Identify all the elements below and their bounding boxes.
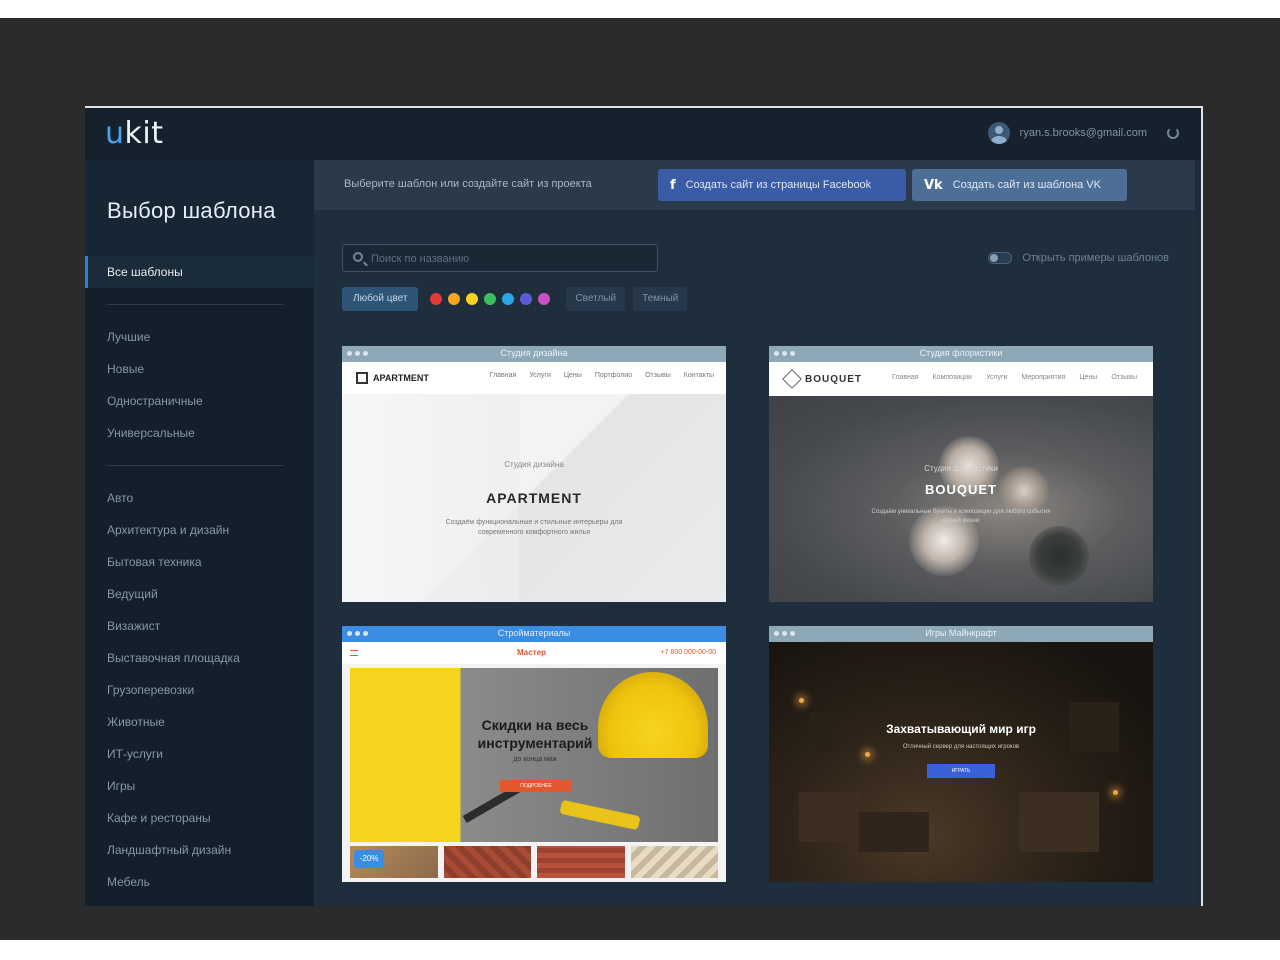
preview-hero: [769, 642, 1153, 882]
color-swatch-2[interactable]: [448, 293, 461, 305]
sidebar-item-appliances[interactable]: Бытовая техника: [85, 546, 314, 578]
sidebar-item-cargo[interactable]: Грузоперевозки: [85, 674, 314, 706]
sidebar: Выбор шаблона Все шаблоны Лучшие Новые О…: [85, 160, 314, 906]
sidebar-item-best[interactable]: Лучшие: [85, 321, 314, 353]
preview-hero: Скидки на весь инструментарий до конца м…: [350, 668, 718, 842]
sidebar-item-furniture[interactable]: Мебель: [85, 866, 314, 898]
card-title-bar: Студия дизайна: [342, 346, 726, 362]
facebook-icon: f: [670, 177, 676, 193]
avatar-icon[interactable]: [987, 122, 1010, 144]
app-window: ukit ryan.s.brooks@gmail.com Выбор шабло…: [85, 106, 1203, 906]
vk-icon: Vk: [924, 177, 943, 193]
template-preview: Мастер +7 800 000-00-00 Скидки на весь и…: [342, 642, 726, 882]
sidebar-item-architecture[interactable]: Архитектура и дизайн: [85, 514, 314, 546]
template-card-apartment[interactable]: Студия дизайна APARTMENT Главная Услуги …: [342, 346, 726, 602]
preview-title: Захватывающий мир игр: [886, 722, 1036, 736]
top-bar: ukit ryan.s.brooks@gmail.com: [85, 108, 1201, 160]
color-swatch-7[interactable]: [538, 293, 551, 305]
card-title-bar: Игры Майнкрафт: [769, 626, 1153, 642]
page-title: Выбор шаблона: [107, 198, 276, 223]
ukit-logo[interactable]: ukit: [105, 116, 164, 151]
sidebar-item-auto[interactable]: Авто: [85, 482, 314, 514]
preview-title: APARTMENT: [486, 490, 582, 506]
sidebar-item-landscape[interactable]: Ландшафтный дизайн: [85, 834, 314, 866]
preview-nav: APARTMENT Главная Услуги Цены Портфолио …: [342, 362, 726, 394]
card-title-bar: Студия флористики: [769, 346, 1153, 362]
sidebar-item-games[interactable]: Игры: [85, 770, 314, 802]
preview-subtitle: Студия флористики: [924, 464, 998, 473]
color-swatch-1[interactable]: [430, 293, 443, 305]
template-card-minecraft[interactable]: Игры Майнкрафт Захватывающий мир игр Отл…: [769, 626, 1153, 882]
create-from-facebook-button[interactable]: f Создать сайт из страницы Facebook: [658, 169, 906, 201]
sidebar-divider: [107, 465, 284, 466]
sidebar-item-cafe[interactable]: Кафе и рестораны: [85, 802, 314, 834]
preview-cta-button: ИГРАТЬ: [927, 764, 995, 778]
color-swatch-5[interactable]: [502, 293, 515, 305]
preview-description: Создаём функциональные и стильные интерь…: [445, 519, 623, 536]
filter-dark[interactable]: Темный: [633, 287, 688, 311]
search-icon: [353, 252, 363, 262]
filter-any-color[interactable]: Любой цвет: [342, 287, 419, 311]
facebook-button-label: Создать сайт из страницы Facebook: [685, 179, 872, 191]
search-box[interactable]: [342, 244, 658, 272]
menu-icon: [350, 650, 358, 656]
color-swatch-6[interactable]: [520, 293, 533, 305]
template-preview: BOUQUET Главная Композиции Услуги Меропр…: [769, 362, 1153, 602]
sidebar-item-exhibition[interactable]: Выставочная площадка: [85, 642, 314, 674]
user-menu[interactable]: ryan.s.brooks@gmail.com: [987, 122, 1179, 144]
apartment-logo-icon: [356, 372, 368, 384]
sidebar-divider: [107, 304, 284, 305]
template-card-construction[interactable]: Стройматериалы Мастер +7 800 000-00-00 С…: [342, 626, 726, 882]
card-bar-title: Игры Майнкрафт: [925, 628, 997, 638]
action-hint: Выберите шаблон или создайте сайт из про…: [344, 178, 592, 190]
template-preview: APARTMENT Главная Услуги Цены Портфолио …: [342, 362, 726, 602]
screenshot-backdrop: ukit ryan.s.brooks@gmail.com Выбор шабло…: [0, 18, 1280, 940]
sidebar-item-all-templates[interactable]: Все шаблоны: [85, 256, 314, 288]
preview-nav: BOUQUET Главная Композиции Услуги Меропр…: [769, 362, 1153, 396]
filter-light[interactable]: Светлый: [566, 287, 626, 311]
card-title-bar: Стройматериалы: [342, 626, 726, 642]
preview-subtitle: Студия дизайна: [504, 460, 564, 469]
examples-toggle-switch[interactable]: [988, 252, 1013, 264]
color-swatches: [430, 293, 551, 305]
preview-cta-button: ПОДРОБНЕЕ: [500, 780, 572, 792]
color-swatch-3[interactable]: [466, 293, 479, 305]
sidebar-item-animals[interactable]: Животные: [85, 706, 314, 738]
preview-subtitle: Отличный сервер для настоящих игроков: [902, 744, 1020, 750]
card-bar-title: Студия дизайна: [500, 348, 568, 358]
templates-main: Открыть примеры шаблонов Любой цвет Свет…: [314, 210, 1195, 906]
template-card-bouquet[interactable]: Студия флористики BOUQUET Главная Композ…: [769, 346, 1153, 602]
card-bar-title: Студия флористики: [919, 348, 1003, 358]
tape-measure-image: [559, 799, 641, 831]
sidebar-item-it[interactable]: ИТ-услуги: [85, 738, 314, 770]
preview-title: BOUQUET: [925, 482, 997, 497]
color-swatch-4[interactable]: [484, 293, 497, 305]
examples-toggle[interactable]: Открыть примеры шаблонов: [988, 252, 1169, 264]
sidebar-item-universal[interactable]: Универсальные: [85, 417, 314, 449]
sidebar-item-host[interactable]: Ведущий: [85, 578, 314, 610]
logout-icon[interactable]: [1167, 127, 1179, 139]
bouquet-logo-icon: [782, 369, 802, 389]
sidebar-header: Выбор шаблона: [85, 160, 314, 256]
card-bar-title: Стройматериалы: [497, 628, 571, 638]
preview-description: Создаём уникальные букеты и композиции д…: [871, 509, 1051, 524]
create-site-bar: Выберите шаблон или создайте сайт из про…: [314, 160, 1195, 210]
create-from-vk-button[interactable]: Vk Создать сайт из шаблона VK: [912, 169, 1127, 201]
preview-nav: Мастер +7 800 000-00-00: [342, 642, 726, 664]
preview-thumbnails: -20%: [350, 846, 718, 878]
vk-button-label: Создать сайт из шаблона VK: [952, 179, 1102, 191]
search-input[interactable]: [371, 251, 641, 267]
template-preview: Захватывающий мир игр Отличный сервер дл…: [769, 642, 1153, 882]
discount-badge: -20%: [354, 850, 384, 868]
examples-toggle-label: Открыть примеры шаблонов: [1022, 252, 1169, 264]
sidebar-item-one-page[interactable]: Одностраничные: [85, 385, 314, 417]
color-filters: Любой цвет Светлый Темный: [342, 286, 688, 312]
sidebar-item-makeup[interactable]: Визажист: [85, 610, 314, 642]
user-email[interactable]: ryan.s.brooks@gmail.com: [1020, 127, 1147, 139]
preview-subtitle: до конца мая: [513, 756, 557, 763]
preview-title: Скидки на весь инструментарий: [477, 717, 593, 751]
sidebar-item-new[interactable]: Новые: [85, 353, 314, 385]
